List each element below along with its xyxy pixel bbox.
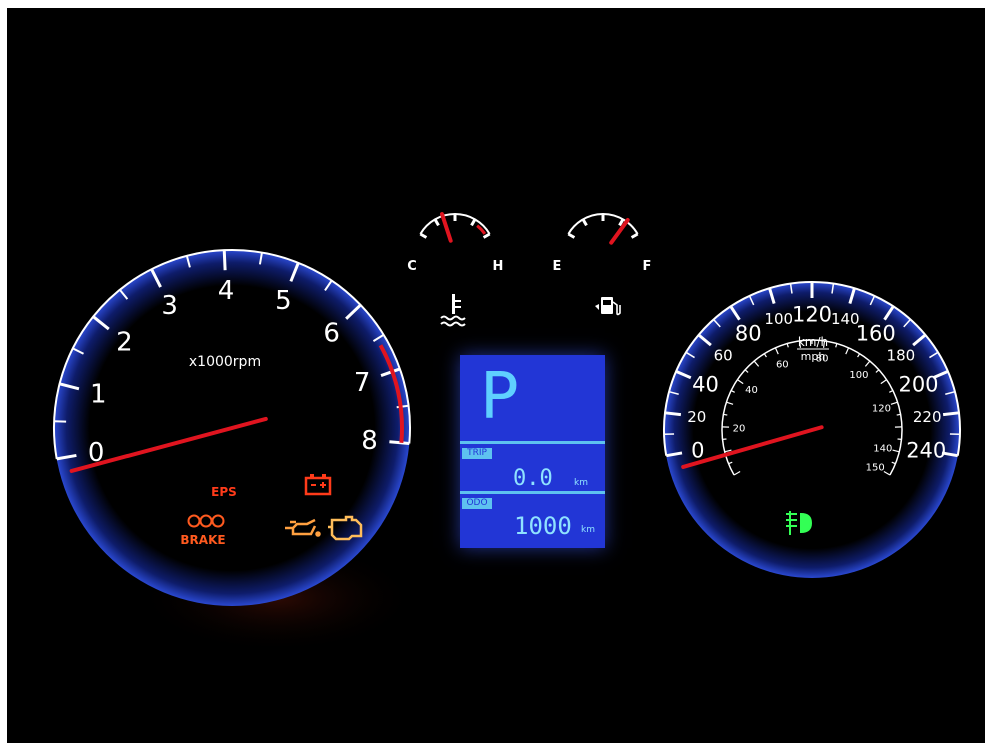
tachometer-scale-label: 8 bbox=[361, 426, 378, 456]
speedometer-kmh-label: 20 bbox=[687, 408, 706, 426]
tachometer-tick bbox=[222, 250, 227, 271]
odometer-value: 1000 bbox=[514, 512, 572, 540]
speedometer-kmh-label: 60 bbox=[714, 347, 733, 365]
speedometer-tick bbox=[942, 411, 960, 417]
tachometer-scale-label: 2 bbox=[116, 328, 133, 358]
tachometer-scale-label: 4 bbox=[218, 276, 235, 306]
speedometer-kmh-label: 220 bbox=[913, 408, 942, 426]
speedometer-mph-label: 150 bbox=[866, 463, 885, 474]
fuel-full-label: F bbox=[643, 259, 652, 274]
fuel-gauge: E F bbox=[553, 213, 652, 316]
speedometer-kmh-label: 80 bbox=[735, 321, 762, 345]
temperature-low-label: C bbox=[407, 259, 417, 274]
tachometer-scale-label: 7 bbox=[354, 368, 371, 398]
odometer-unit: km bbox=[581, 525, 595, 535]
tachometer: 0123 4 5678 x1000rpm bbox=[53, 249, 411, 606]
coolant-temperature-icon bbox=[440, 294, 466, 327]
fuel-empty-label: E bbox=[553, 259, 562, 274]
trip-value: 0.0 bbox=[513, 466, 553, 491]
dashboard-photo: 012345678 x1000rpm 0 20 40 60 80 100 120 140 160… bbox=[7, 8, 985, 743]
brake-warning-label: BRAKE bbox=[180, 533, 225, 547]
display-divider bbox=[460, 441, 605, 444]
center-display: P TRIP 0.0 km ODO 1000 km bbox=[460, 355, 605, 548]
speedometer-mph-label: 20 bbox=[733, 423, 746, 434]
speedometer-kmh-label: 0 bbox=[691, 438, 704, 462]
fuel-pump-icon bbox=[595, 297, 621, 316]
speedometer-tick bbox=[664, 411, 682, 417]
speedometer-kmh-label: 40 bbox=[692, 372, 719, 396]
speedometer: 020406080100120140160180200220240 204060… bbox=[663, 281, 961, 578]
speedometer-mph-label: 140 bbox=[873, 444, 892, 455]
speedometer-kmh-label: 100 bbox=[764, 310, 793, 328]
temperature-gauge: C H bbox=[407, 212, 504, 327]
speedometer-kmh-label: 240 bbox=[906, 438, 946, 462]
speedometer-unit-mph: mph bbox=[801, 350, 826, 363]
tachometer-scale-label: 1 bbox=[90, 380, 107, 410]
eps-warning-light: EPS bbox=[211, 485, 237, 499]
speedometer-kmh-label: 160 bbox=[856, 321, 896, 345]
speedometer-kmh-label: 200 bbox=[898, 372, 938, 396]
speedometer-mph-label: 120 bbox=[872, 403, 891, 414]
speedometer-kmh-label: 120 bbox=[792, 302, 832, 326]
tachometer-unit-label: x1000rpm bbox=[189, 354, 261, 370]
speedometer-unit-kmh: km/h bbox=[798, 335, 828, 349]
speedometer-mph-label: 100 bbox=[849, 370, 868, 381]
speedometer-kmh-label: 180 bbox=[887, 347, 916, 365]
temperature-needle bbox=[440, 212, 453, 243]
tachometer-scale-label: 6 bbox=[323, 319, 340, 349]
speedometer-mph-label: 60 bbox=[776, 359, 789, 370]
tachometer-scale-label: 3 bbox=[161, 291, 178, 321]
temperature-high-label: H bbox=[493, 259, 504, 274]
gear-indicator: P bbox=[480, 360, 519, 434]
speedometer-mph-label: 40 bbox=[745, 385, 758, 396]
display-divider bbox=[460, 491, 605, 494]
odo-tag: ODO bbox=[462, 498, 492, 509]
trip-tag: TRIP bbox=[462, 448, 492, 459]
trip-unit: km bbox=[574, 478, 588, 488]
tachometer-scale-label: 5 bbox=[275, 286, 292, 316]
